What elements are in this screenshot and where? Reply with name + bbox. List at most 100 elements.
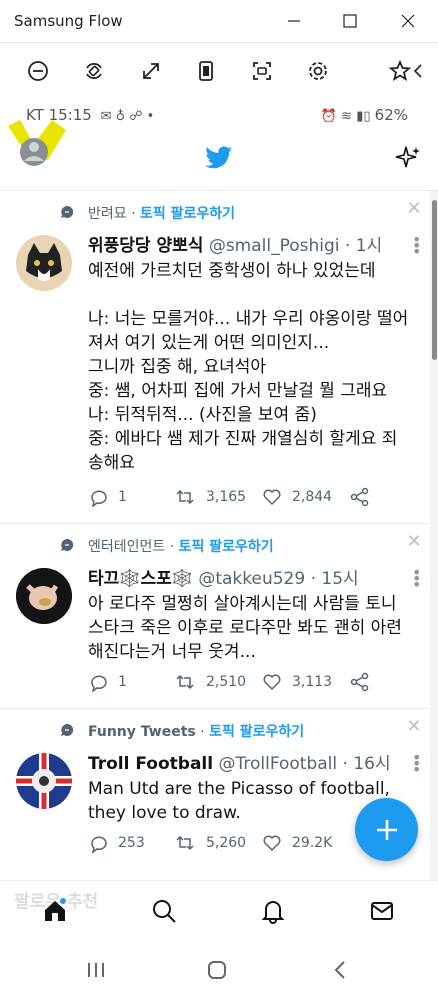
retweet-button[interactable]: 2,510 (174, 672, 246, 692)
follow-topic-link[interactable]: 토픽 팔로우하기 (179, 539, 274, 555)
like-button[interactable]: 29.2K (262, 833, 332, 853)
retweet-icon (176, 835, 194, 851)
more-options-icon[interactable]: • • • (412, 750, 421, 778)
follow-topic-link[interactable]: 토픽 팔로우하기 (140, 206, 235, 222)
tab-search[interactable] (150, 897, 178, 925)
bell-icon (261, 901, 285, 924)
chevron-left-icon[interactable] (408, 57, 428, 85)
author-name[interactable]: Troll Football (88, 754, 213, 774)
tweet-time[interactable]: · 15시 (311, 569, 359, 589)
tweet-avatar[interactable] (16, 235, 72, 291)
topic-name[interactable]: Funny Tweets (88, 724, 196, 740)
tab-home[interactable] (41, 897, 69, 925)
more-options-icon[interactable]: • • • (412, 232, 421, 260)
reply-button[interactable]: 1 (88, 487, 127, 507)
like-count: 3,113 (292, 674, 333, 690)
author-name[interactable]: 타끄🕸️스포🕸️ (88, 569, 193, 589)
author-handle[interactable]: @small_Poshigi (209, 236, 340, 256)
screenshot-icon[interactable] (248, 57, 276, 85)
settings-gear-icon[interactable] (304, 57, 332, 85)
tweet-time[interactable]: · 1시 (345, 236, 382, 256)
author-handle[interactable]: @TrollFootball (218, 754, 337, 774)
like-button[interactable]: 3,113 (262, 672, 332, 692)
topic-name[interactable]: 엔터테인먼트 (88, 539, 165, 555)
author-name[interactable]: 위풍당당 양뽀식 (88, 236, 203, 256)
status-right: ⏰ ≋ ▮▯ 62% (321, 106, 408, 124)
topic-icon (61, 205, 74, 218)
tweet-avatar[interactable] (16, 568, 72, 624)
home-nav-button[interactable] (205, 958, 229, 982)
sparkle-timeline-icon[interactable] (394, 144, 422, 176)
like-count: 2,844 (292, 489, 333, 505)
heart-icon (263, 489, 281, 506)
reply-count: 253 (118, 835, 145, 851)
minus-circle-icon[interactable] (24, 57, 52, 85)
reply-count: 1 (118, 489, 127, 505)
tweet[interactable]: Funny Tweets · 토픽 팔로우하기 ✕ Troll Football… (0, 709, 430, 881)
heart-icon (263, 674, 281, 691)
retweet-button[interactable]: 3,165 (174, 487, 246, 507)
tweet-header: 위풍당당 양뽀식 @small_Poshigi · 1시 (88, 231, 382, 256)
author-handle[interactable]: @takkeu529 (198, 569, 305, 589)
compose-tweet-button[interactable] (355, 798, 418, 861)
recent-apps-button[interactable] (84, 958, 108, 982)
retweet-icon (176, 674, 194, 690)
back-chevron-icon (334, 961, 345, 979)
share-button[interactable] (350, 672, 370, 692)
battery-level: 62% (374, 106, 408, 124)
dismiss-topic-button[interactable]: ✕ (406, 200, 422, 218)
follow-topic-link[interactable]: 토픽 팔로우하기 (209, 724, 304, 740)
heart-icon (263, 835, 281, 852)
android-nav-bar (0, 942, 438, 998)
reply-count: 1 (118, 674, 127, 690)
retweet-count: 3,165 (206, 489, 247, 505)
dismiss-topic-button[interactable]: ✕ (406, 718, 422, 736)
scrollbar-thumb[interactable] (432, 200, 437, 360)
like-button[interactable]: 2,844 (262, 487, 332, 507)
close-window-button[interactable] (394, 8, 422, 34)
more-options-icon[interactable]: • • • (412, 565, 421, 593)
expand-icon[interactable] (137, 57, 165, 85)
tab-messages[interactable] (368, 897, 396, 925)
tweet-avatar[interactable] (16, 753, 72, 809)
flow-toolbar (0, 43, 438, 99)
tweet[interactable]: 엔터테인먼트 · 토픽 팔로우하기 ✕ 타끄🕸️스포🕸️ @takkeu529 … (0, 524, 430, 709)
share-icon (350, 487, 369, 507)
profile-avatar[interactable] (4, 120, 70, 178)
share-button[interactable] (350, 487, 370, 507)
retweet-icon (176, 489, 194, 505)
search-icon (153, 900, 176, 923)
rotate-icon[interactable] (80, 57, 108, 85)
tweet-time[interactable]: · 16시 (343, 754, 391, 774)
alarm-wifi-signal-icons: ⏰ ≋ ▮▯ (320, 109, 375, 124)
notification-icons: ✉ ♁ ☍ • (100, 109, 155, 124)
dismiss-topic-button[interactable]: ✕ (406, 533, 422, 551)
reply-button[interactable]: 1 (88, 672, 127, 692)
reply-icon (91, 675, 107, 692)
back-nav-button[interactable] (328, 958, 352, 982)
tweet-text: 아 로다주 멀쩡히 살아계시는데 사람들 토니 스타크 죽은 이후로 로다주만 … (88, 594, 402, 662)
tweet-header: Troll Football @TrollFootball · 16시 (88, 749, 391, 774)
timeline-feed: 반려묘 · 토픽 팔로우하기 ✕ 위풍당당 양뽀식 @small_Poshigi… (0, 191, 430, 881)
tweet-actions: 1 3,165 2,844 (88, 487, 410, 511)
window-title: Samsung Flow (14, 12, 123, 30)
reply-button[interactable]: 253 (88, 833, 145, 853)
topic-icon (61, 538, 74, 551)
minimize-button[interactable] (280, 8, 308, 34)
topic-line: Funny Tweets · 토픽 팔로우하기 (88, 724, 305, 740)
tweet-actions: 1 2,510 3,113 (88, 672, 410, 696)
retweet-button[interactable]: 5,260 (174, 833, 246, 853)
tweet-text: 예전에 가르치던 중학생이 하나 있었는데 나: 너는 모를거야... 내가 우… (88, 261, 409, 473)
tweet-header: 타끄🕸️스포🕸️ @takkeu529 · 15시 (88, 564, 359, 589)
window-titlebar: Samsung Flow (0, 0, 438, 43)
reply-icon (91, 490, 107, 507)
maximize-button[interactable] (336, 8, 364, 34)
tweet[interactable]: 반려묘 · 토픽 팔로우하기 ✕ 위풍당당 양뽀식 @small_Poshigi… (0, 191, 430, 524)
topic-line: 반려묘 · 토픽 팔로우하기 (88, 206, 236, 222)
tab-notifications[interactable] (259, 897, 287, 925)
phone-icon[interactable] (192, 57, 220, 85)
twitter-bird-icon (205, 146, 233, 174)
topic-name[interactable]: 반려묘 (88, 206, 127, 222)
bottom-tab-bar: 팔로우 추천 (0, 880, 438, 943)
recents-icon (88, 963, 104, 977)
